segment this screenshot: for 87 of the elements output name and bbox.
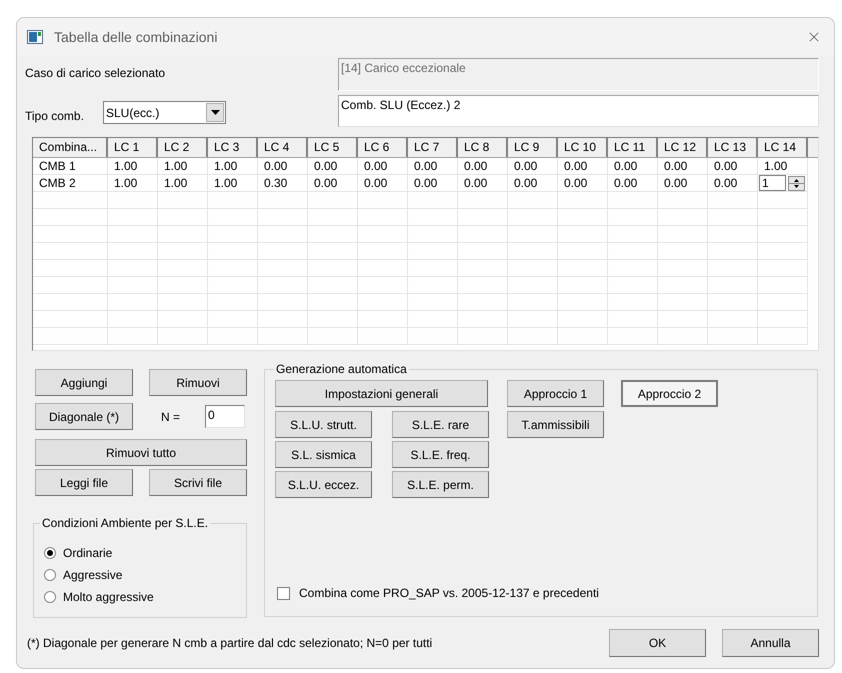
radio-label: Molto aggressive <box>63 589 154 606</box>
table-cell: 1.00 <box>214 159 238 173</box>
column-header[interactable]: LC 1 <box>108 138 158 157</box>
spin-down-icon <box>794 184 799 188</box>
approach-button[interactable]: Approccio 1 <box>507 380 604 407</box>
table-cell: 0.00 <box>564 159 588 173</box>
column-header[interactable]: LC 12 <box>658 138 708 157</box>
table-cell: 1.00 <box>764 159 788 173</box>
comb-type-dropdown[interactable]: SLU(ecc.) <box>103 101 226 124</box>
sle-button[interactable]: S.L.E. perm. <box>392 471 489 498</box>
table-cell: 0.00 <box>464 159 488 173</box>
selected-case-field: [14] Carico eccezionale <box>338 58 819 91</box>
spin-up-icon <box>794 178 799 182</box>
table-cell: 0.00 <box>564 176 588 190</box>
column-header[interactable]: LC 2 <box>158 138 208 157</box>
column-header[interactable]: Combina... <box>33 138 108 157</box>
comb-name-field[interactable]: Comb. SLU (Eccez.) 2 <box>338 95 819 127</box>
table-cell: 0.00 <box>314 176 338 190</box>
table-cell: 0.00 <box>414 176 438 190</box>
table-cell: 0.00 <box>364 159 388 173</box>
sle-button[interactable]: S.L.E. rare <box>392 411 489 438</box>
comb-type-label: Tipo comb. <box>25 108 85 125</box>
table-cell: 0.00 <box>364 176 388 190</box>
column-header[interactable]: LC 6 <box>358 138 408 157</box>
read-file-button[interactable]: Leggi file <box>35 469 133 496</box>
sle-button[interactable]: S.L.E. freq. <box>392 441 489 468</box>
table-cell: 1.00 <box>214 176 238 190</box>
column-header[interactable]: LC 11 <box>608 138 658 157</box>
table-cell: 1.00 <box>114 176 138 190</box>
checkbox[interactable] <box>277 586 290 600</box>
table-cell: 0.00 <box>714 159 738 173</box>
column-header[interactable]: LC 8 <box>458 138 508 157</box>
remove-button[interactable]: Rimuovi <box>149 369 247 396</box>
table-cell: 0.00 <box>664 159 688 173</box>
table-cell: 0.00 <box>414 159 438 173</box>
n-field[interactable]: 0 <box>205 405 245 428</box>
selected-case-label: Caso di carico selezionato <box>25 65 166 82</box>
column-header[interactable]: LC 9 <box>508 138 558 157</box>
table-cell: 0.00 <box>614 176 638 190</box>
footnote: (*) Diagonale per generare N cmb a partire dal cdc selezionato; N=0 per tutti <box>27 635 434 652</box>
radio-button[interactable] <box>44 569 56 581</box>
remove-all-button[interactable]: Rimuovi tutto <box>35 439 247 466</box>
table-cell: 0.00 <box>664 176 688 190</box>
column-header[interactable]: LC 14 <box>758 138 808 157</box>
radio-label: Aggressive <box>63 567 122 584</box>
table-cell: 0.00 <box>264 159 288 173</box>
column-header[interactable]: LC 3 <box>208 138 258 157</box>
checkbox-label: Combina come PRO_SAP vs. 2005-12-137 e precedenti <box>299 585 599 602</box>
table-cell: 0.00 <box>514 176 538 190</box>
dialog-button[interactable]: OK <box>609 629 706 657</box>
table-cell: 0.30 <box>264 176 288 190</box>
column-header[interactable]: LC 10 <box>558 138 608 157</box>
table-cell: 0.00 <box>514 159 538 173</box>
table-cell: 1.00 <box>114 159 138 173</box>
add-button[interactable]: Aggiungi <box>35 369 133 396</box>
slu-button[interactable]: S.L.U. eccez. <box>275 471 372 498</box>
table-cell: 1.00 <box>164 159 188 173</box>
table-cell: CMB 2 <box>39 176 76 190</box>
table-cell: 0.00 <box>314 159 338 173</box>
spin-arrows[interactable] <box>788 176 805 190</box>
table-cell: CMB 1 <box>39 159 76 173</box>
radio-button[interactable] <box>44 547 56 559</box>
header-spacer <box>808 138 818 157</box>
dropdown-arrow-icon <box>210 110 220 115</box>
column-header[interactable]: LC 13 <box>708 138 758 157</box>
n-label: N = <box>161 408 182 426</box>
window-app-icon <box>27 30 43 44</box>
slu-button[interactable]: S.L. sismica <box>275 441 372 468</box>
general-settings-button[interactable]: Impostazioni generali <box>275 380 488 407</box>
slu-button[interactable]: S.L.U. strutt. <box>275 411 372 438</box>
group-title: Condizioni Ambiente per S.L.E. <box>40 515 210 531</box>
approach-button[interactable]: Approccio 2 <box>621 380 718 407</box>
radio-label: Ordinarie <box>63 545 112 562</box>
table-cell: 0.00 <box>464 176 488 190</box>
dialog-button[interactable]: Annulla <box>722 629 819 657</box>
window-title: Tabella delle combinazioni <box>54 28 218 46</box>
diagonal-button[interactable]: Diagonale (*) <box>35 403 133 430</box>
allowable-stress-button[interactable]: T.ammissibili <box>507 411 604 438</box>
write-file-button[interactable]: Scrivi file <box>149 469 247 496</box>
table-cell: 1.00 <box>164 176 188 190</box>
table-cell: 0.00 <box>614 159 638 173</box>
radio-button[interactable] <box>44 591 56 603</box>
table-cell: 0.00 <box>714 176 738 190</box>
column-header[interactable]: LC 7 <box>408 138 458 157</box>
column-header[interactable]: LC 4 <box>258 138 308 157</box>
spin-field[interactable]: 1 <box>759 175 786 191</box>
column-header[interactable]: LC 5 <box>308 138 358 157</box>
